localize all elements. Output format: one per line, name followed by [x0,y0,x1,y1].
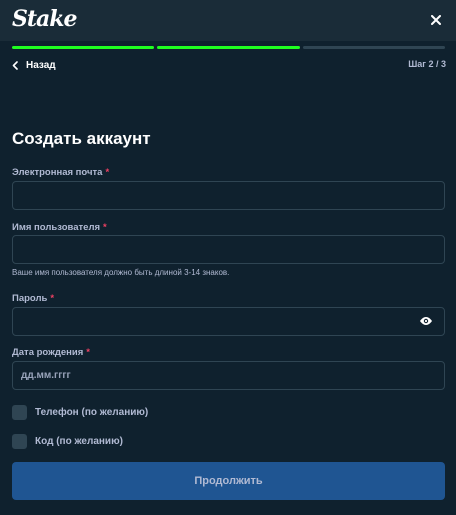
progress-segment-3 [302,46,445,49]
phone-checkbox-box[interactable] [12,405,27,420]
username-label: Имя пользователя * [12,222,107,233]
top-bar: Stake [0,0,456,41]
birthdate-field[interactable] [12,361,445,390]
code-checkbox-box[interactable] [12,434,27,449]
password-label-text: Пароль [12,293,48,304]
phone-checkbox-label: Телефон (по желанию) [35,407,149,418]
required-mark: * [103,222,107,233]
step-indicator: Шаг 2 / 3 [408,59,446,69]
email-label: Электронная почта * [12,167,109,178]
password-field[interactable] [12,307,445,336]
username-label-text: Имя пользователя [12,222,101,233]
birthdate-label-text: Дата рождения [12,347,84,358]
email-label-text: Электронная почта [12,167,103,178]
username-field[interactable] [12,235,445,264]
required-mark: * [86,347,90,358]
back-button[interactable]: Назад [12,58,56,72]
chevron-left-icon [12,60,18,70]
continue-button[interactable]: Продолжить [12,462,445,500]
toggle-password-visibility[interactable] [418,314,434,328]
page-title: Создать аккаунт [12,129,151,148]
code-optional-checkbox[interactable]: Код (по желанию) [12,434,123,449]
progress-segment-2 [157,46,300,49]
close-icon [431,15,441,25]
close-button[interactable] [426,10,446,30]
code-checkbox-label: Код (по желанию) [35,436,123,447]
step-progress-bar [12,46,445,49]
required-mark: * [105,167,110,178]
stake-logo: Stake [12,6,78,32]
progress-segment-1 [12,46,155,49]
required-mark: * [50,293,55,304]
phone-optional-checkbox[interactable]: Телефон (по желанию) [12,405,148,420]
back-label: Назад [26,59,56,71]
birthdate-label: Дата рождения * [12,347,90,358]
username-hint: Ваше имя пользователя должно быть длиной… [12,268,230,277]
password-label: Пароль * [12,293,54,304]
eye-icon [420,317,432,325]
email-field[interactable] [12,181,445,210]
